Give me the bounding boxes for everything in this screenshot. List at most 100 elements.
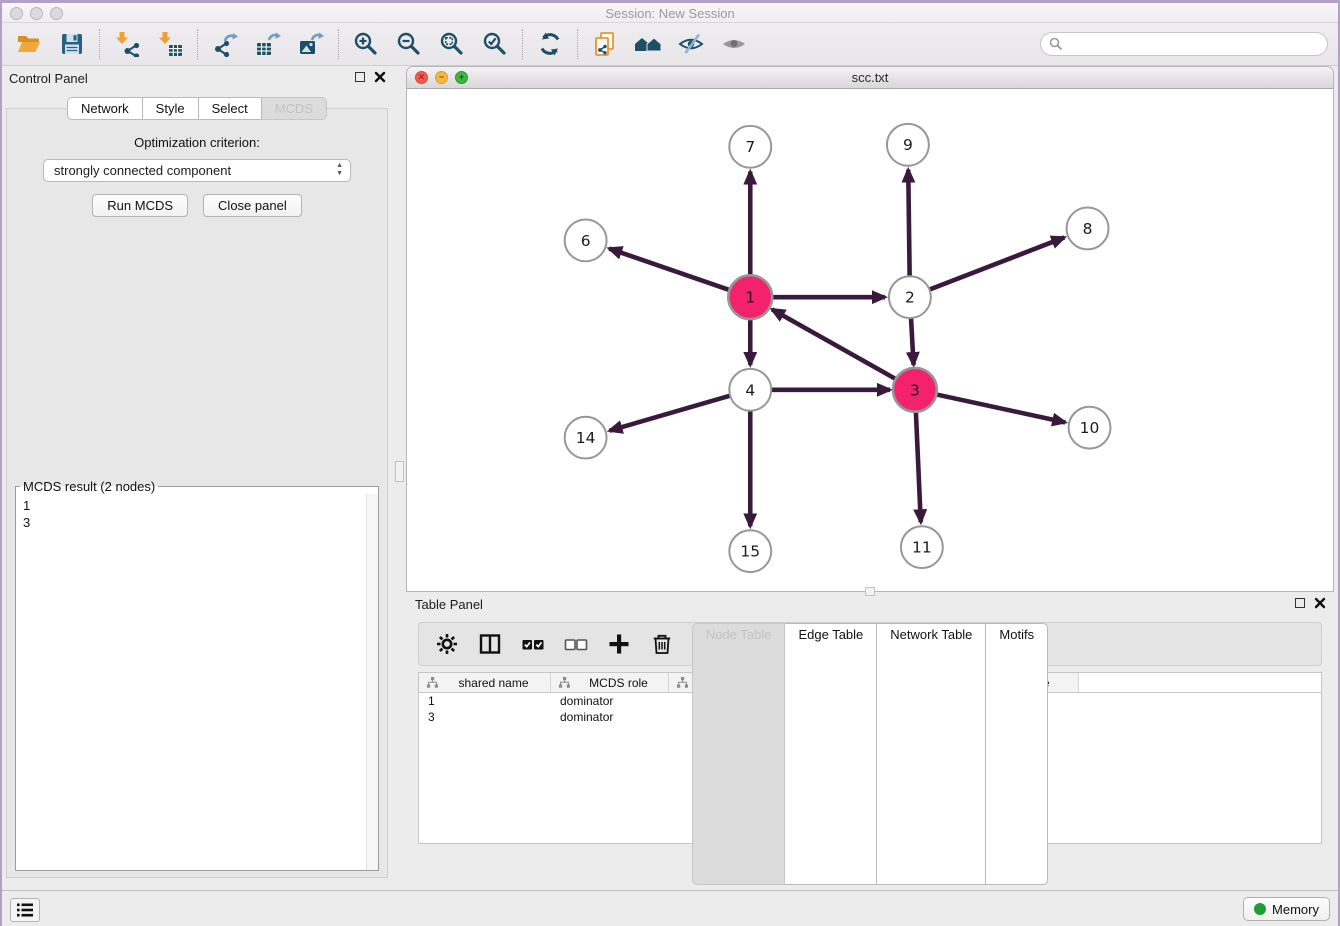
network-window: ✕ − + scc.txt 7 9 6 8 1 2 4 3 14 10 15 11: [406, 66, 1334, 592]
mcds-result-title: MCDS result (2 nodes): [20, 479, 158, 494]
criterion-select[interactable]: strongly connected component ▲▼: [43, 159, 351, 182]
app-title: Session: New Session: [0, 6, 1340, 21]
control-panel-header: Control Panel: [0, 66, 394, 90]
float-panel-icon[interactable]: [355, 72, 365, 82]
zoom-selected-icon[interactable]: [478, 27, 512, 61]
table-panel-title: Table Panel: [415, 597, 483, 612]
zoom-fit-icon[interactable]: [435, 27, 469, 61]
export-table-icon[interactable]: [251, 27, 285, 61]
tab-select[interactable]: Select: [199, 97, 262, 120]
result-scrollbar[interactable]: [366, 494, 378, 870]
list-icon: [15, 901, 35, 919]
memory-status-icon: [1254, 903, 1266, 915]
network-window-title: scc.txt: [407, 70, 1333, 85]
svg-text:8: 8: [1083, 220, 1093, 238]
memory-label: Memory: [1272, 902, 1319, 917]
toolbar-separator: [99, 29, 100, 59]
tab-edge-table[interactable]: Edge Table: [785, 623, 877, 885]
export-image-icon[interactable]: [294, 27, 328, 61]
run-mcds-button[interactable]: Run MCDS: [92, 194, 188, 217]
control-panel-tabs: NetworkStyleSelectMCDS: [0, 97, 394, 120]
control-panel: Control Panel NetworkStyleSelectMCDS Opt…: [0, 66, 394, 890]
first-neighbors-icon[interactable]: [631, 27, 665, 61]
node-7[interactable]: 7: [729, 126, 771, 168]
table-panel: Table Panel: [406, 592, 1334, 890]
zoom-in-icon[interactable]: [349, 27, 383, 61]
app-titlebar: Session: New Session: [0, 3, 1340, 23]
memory-button[interactable]: Memory: [1243, 897, 1330, 921]
status-bar: Memory: [0, 890, 1340, 926]
mcds-result-value: 1: [23, 497, 359, 514]
vertical-splitter-grip[interactable]: [395, 461, 404, 482]
hide-selected-icon[interactable]: [674, 27, 708, 61]
node-8[interactable]: 8: [1067, 208, 1109, 250]
application-window: Session: New Session: [0, 0, 1340, 926]
svg-text:11: 11: [912, 539, 932, 557]
save-session-icon[interactable]: [55, 27, 89, 61]
refresh-icon[interactable]: [533, 27, 567, 61]
tab-style[interactable]: Style: [143, 97, 199, 120]
node-2[interactable]: 2: [889, 276, 931, 318]
node-9[interactable]: 9: [887, 124, 929, 166]
svg-text:14: 14: [576, 429, 596, 447]
close-panel-icon[interactable]: [374, 71, 386, 83]
float-table-panel-icon[interactable]: [1295, 598, 1305, 608]
window-border-top: [0, 0, 1340, 3]
open-session-icon[interactable]: [12, 27, 46, 61]
node-15[interactable]: 15: [729, 530, 771, 572]
toolbar-separator: [522, 29, 523, 59]
show-all-icon[interactable]: [717, 27, 751, 61]
edge-3-1[interactable]: [772, 309, 915, 389]
tab-node-table[interactable]: Node Table: [692, 623, 786, 885]
horizontal-splitter-grip[interactable]: [865, 587, 875, 596]
toolbar-separator: [577, 29, 578, 59]
table-tabs: Node TableEdge TableNetwork TableMotifs: [406, 623, 1334, 885]
node-6[interactable]: 6: [565, 219, 607, 261]
mcds-result-box: MCDS result (2 nodes) 13: [15, 479, 379, 871]
edge-2-8[interactable]: [910, 237, 1064, 297]
import-table-icon[interactable]: [153, 27, 187, 61]
node-1[interactable]: 1: [728, 275, 772, 319]
clone-network-icon[interactable]: [588, 27, 622, 61]
node-11[interactable]: 11: [901, 526, 943, 568]
close-panel-button[interactable]: Close panel: [203, 194, 302, 217]
window-border-left: [0, 0, 2, 926]
export-network-icon[interactable]: [208, 27, 242, 61]
svg-text:4: 4: [745, 381, 755, 399]
main-toolbar: [0, 23, 1340, 66]
node-10[interactable]: 10: [1069, 407, 1111, 449]
mcds-panel: Optimization criterion: strongly connect…: [6, 108, 388, 878]
edge-4-14[interactable]: [610, 390, 751, 431]
mcds-result-value: 3: [23, 514, 359, 531]
close-table-panel-icon[interactable]: [1314, 597, 1326, 609]
import-network-icon[interactable]: [110, 27, 144, 61]
svg-text:1: 1: [745, 289, 755, 307]
svg-text:10: 10: [1080, 419, 1100, 437]
svg-text:6: 6: [581, 232, 591, 250]
select-stepper-icon: ▲▼: [336, 162, 343, 178]
task-history-button[interactable]: [10, 898, 40, 922]
zoom-out-icon[interactable]: [392, 27, 426, 61]
toolbar-separator: [197, 29, 198, 59]
tab-motifs[interactable]: Motifs: [986, 623, 1048, 885]
node-3[interactable]: 3: [893, 368, 937, 412]
toolbar-separator: [338, 29, 339, 59]
svg-text:3: 3: [910, 381, 920, 399]
node-4[interactable]: 4: [729, 369, 771, 411]
optimization-criterion-label: Optimization criterion:: [7, 135, 387, 150]
search-field[interactable]: [1040, 32, 1328, 56]
node-14[interactable]: 14: [565, 417, 607, 459]
search-input[interactable]: [1068, 37, 1327, 52]
svg-text:15: 15: [740, 543, 760, 561]
criterion-value: strongly connected component: [54, 163, 231, 178]
svg-text:2: 2: [905, 289, 915, 307]
search-icon: [1049, 37, 1063, 51]
mcds-result-values: 13: [16, 494, 366, 870]
tab-network-table[interactable]: Network Table: [877, 623, 986, 885]
network-window-titlebar: ✕ − + scc.txt: [407, 67, 1333, 89]
tab-network[interactable]: Network: [67, 97, 143, 120]
svg-text:7: 7: [745, 138, 755, 156]
network-canvas[interactable]: 7 9 6 8 1 2 4 3 14 10 15 11: [407, 89, 1333, 591]
tab-mcds[interactable]: MCDS: [262, 97, 327, 120]
svg-text:9: 9: [903, 136, 913, 154]
